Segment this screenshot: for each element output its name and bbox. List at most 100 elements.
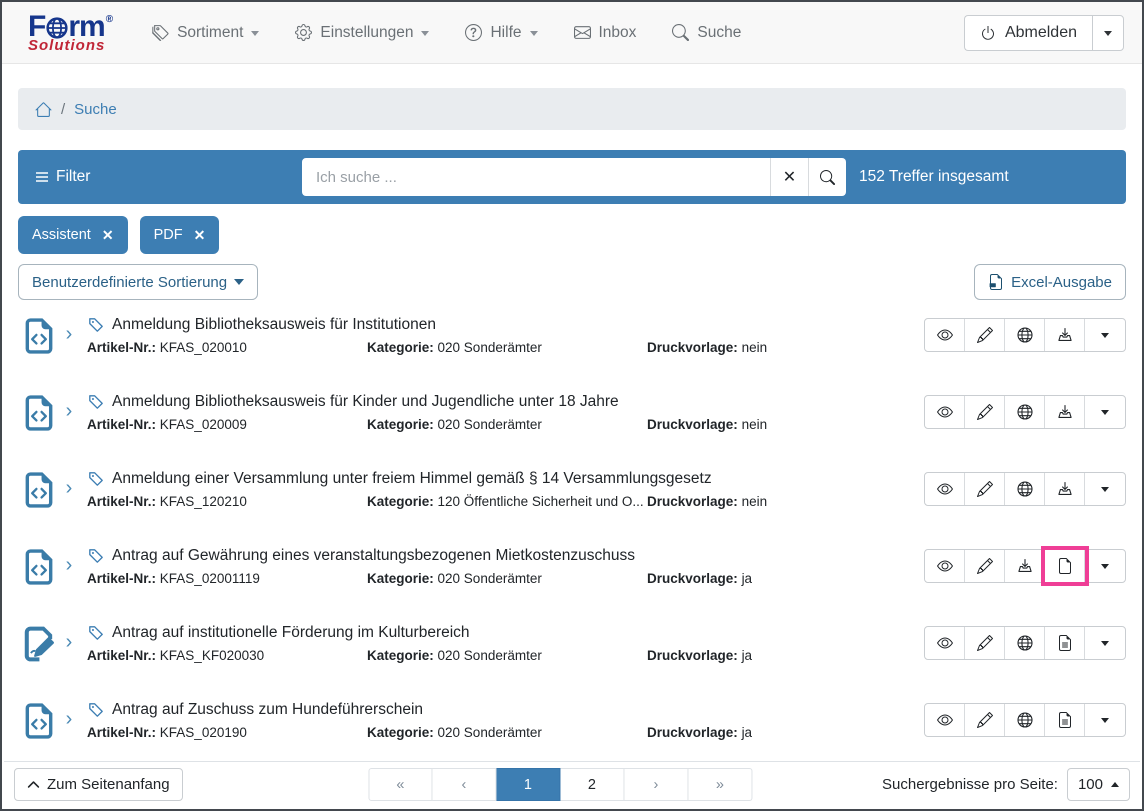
scroll-to-top-button[interactable]: Zum Seitenanfang — [14, 768, 183, 801]
edit-button[interactable] — [965, 319, 1005, 351]
search-icon — [820, 170, 835, 185]
preview-button[interactable] — [925, 319, 965, 351]
row-actions — [924, 626, 1126, 660]
logout-button[interactable]: Abmelden — [964, 15, 1092, 51]
pagination-first-button[interactable]: « — [368, 768, 432, 801]
chip-assistent[interactable]: Assistent ✕ — [18, 216, 128, 254]
preview-button[interactable] — [925, 550, 965, 582]
category-value: 020 Sonderämter — [438, 340, 542, 355]
more-actions-button[interactable] — [1085, 704, 1125, 736]
edit-button[interactable] — [965, 704, 1005, 736]
result-title[interactable]: Anmeldung Bibliotheksausweis für Institu… — [112, 316, 436, 334]
chevron-down-icon — [234, 279, 244, 285]
category-value: 120 Öffentliche Sicherheit und O... — [438, 494, 644, 509]
breadcrumb: / Suche — [18, 88, 1126, 130]
filter-toggle-button[interactable]: Filter — [34, 168, 302, 186]
envelope-icon — [574, 24, 591, 41]
document-button-highlighted[interactable] — [1045, 550, 1085, 582]
download-button[interactable] — [1045, 319, 1085, 351]
more-actions-button[interactable] — [1085, 396, 1125, 428]
app-logo[interactable]: Frm® Solutions — [28, 12, 112, 53]
preview-button[interactable] — [925, 473, 965, 505]
expand-chevron-icon[interactable]: › — [56, 392, 82, 430]
web-button[interactable] — [1005, 627, 1045, 659]
remove-chip-icon[interactable]: ✕ — [102, 227, 114, 244]
breadcrumb-current[interactable]: Suche — [74, 101, 117, 118]
logout-dropdown-button[interactable] — [1092, 15, 1124, 51]
excel-label: Excel-Ausgabe — [1011, 274, 1112, 291]
expand-chevron-icon[interactable]: › — [56, 469, 82, 507]
nav-item-inbox[interactable]: Inbox — [574, 24, 637, 42]
expand-chevron-icon[interactable]: › — [56, 623, 82, 661]
expand-chevron-icon[interactable]: › — [56, 546, 82, 584]
pagination-page-1[interactable]: 1 — [496, 768, 560, 801]
caret-down-icon — [1101, 641, 1109, 646]
edit-button[interactable] — [965, 396, 1005, 428]
result-title[interactable]: Antrag auf Gewährung eines veranstaltung… — [112, 547, 635, 565]
results-summary: 152 Treffer insgesamt — [859, 168, 1009, 186]
file-edit-icon — [22, 623, 56, 665]
web-button[interactable] — [1005, 319, 1045, 351]
nav-item-sortiment[interactable]: Sortiment — [152, 24, 259, 42]
pagination-last-button[interactable]: » — [688, 768, 752, 801]
nav-item-hilfe[interactable]: Hilfe — [465, 24, 537, 42]
pagination-next-button[interactable]: › — [624, 768, 688, 801]
pencil-icon — [977, 327, 993, 343]
download-tray-icon — [1057, 481, 1073, 497]
filter-label: Filter — [56, 168, 90, 186]
tag-icon — [87, 393, 105, 411]
per-page-select[interactable]: 100 — [1067, 768, 1130, 801]
expand-chevron-icon[interactable]: › — [56, 315, 82, 353]
category-label: Kategorie: — [367, 417, 434, 432]
result-title[interactable]: Anmeldung einer Versammlung unter freiem… — [112, 470, 712, 488]
web-button[interactable] — [1005, 396, 1045, 428]
row-main: Antrag auf Gewährung eines veranstaltung… — [82, 546, 924, 586]
result-title[interactable]: Antrag auf Zuschuss zum Hundeführerschei… — [112, 701, 423, 719]
clear-search-button[interactable]: ✕ — [770, 158, 808, 196]
remove-chip-icon[interactable]: ✕ — [194, 227, 206, 244]
search-button[interactable] — [808, 158, 846, 196]
edit-button[interactable] — [965, 627, 1005, 659]
category-value: 020 Sonderämter — [438, 417, 542, 432]
tag-icon — [87, 547, 105, 565]
search-icon — [672, 24, 689, 41]
document-button[interactable] — [1045, 704, 1085, 736]
edit-button[interactable] — [965, 550, 1005, 582]
excel-export-button[interactable]: Excel-Ausgabe — [974, 264, 1126, 300]
web-button[interactable] — [1005, 473, 1045, 505]
caret-down-icon — [1101, 410, 1109, 415]
table-row: › Anmeldung einer Versammlung unter frei… — [18, 462, 1126, 539]
article-label: Artikel-Nr.: — [87, 571, 156, 586]
category-label: Kategorie: — [367, 725, 434, 740]
result-title[interactable]: Antrag auf institutionelle Förderung im … — [112, 624, 470, 642]
more-actions-button[interactable] — [1085, 473, 1125, 505]
document-button[interactable] — [1045, 627, 1085, 659]
article-value: KFAS_02001119 — [160, 571, 260, 586]
web-button[interactable] — [1005, 704, 1045, 736]
more-actions-button[interactable] — [1085, 550, 1125, 582]
chevron-down-icon — [1104, 31, 1112, 36]
pagination-prev-button[interactable]: ‹ — [432, 768, 496, 801]
download-button[interactable] — [1005, 550, 1045, 582]
preview-button[interactable] — [925, 396, 965, 428]
sort-dropdown-button[interactable]: Benutzerdefinierte Sortierung — [18, 264, 258, 300]
row-actions — [924, 549, 1126, 583]
search-input[interactable] — [302, 158, 770, 196]
chip-pdf[interactable]: PDF ✕ — [140, 216, 220, 254]
more-actions-button[interactable] — [1085, 319, 1125, 351]
pagination-page-2[interactable]: 2 — [560, 768, 624, 801]
template-label: Druckvorlage: — [647, 725, 738, 740]
download-button[interactable] — [1045, 396, 1085, 428]
nav-item-suche[interactable]: Suche — [672, 24, 741, 42]
download-button[interactable] — [1045, 473, 1085, 505]
nav-item-einstellungen[interactable]: Einstellungen — [295, 24, 429, 42]
edit-button[interactable] — [965, 473, 1005, 505]
preview-button[interactable] — [925, 627, 965, 659]
preview-button[interactable] — [925, 704, 965, 736]
home-icon[interactable] — [35, 101, 52, 118]
table-row: › Antrag auf Zuschuss zum Hundeführersch… — [18, 693, 1126, 770]
category-value: 020 Sonderämter — [438, 725, 542, 740]
more-actions-button[interactable] — [1085, 627, 1125, 659]
expand-chevron-icon[interactable]: › — [56, 700, 82, 738]
result-title[interactable]: Anmeldung Bibliotheksausweis für Kinder … — [112, 393, 619, 411]
